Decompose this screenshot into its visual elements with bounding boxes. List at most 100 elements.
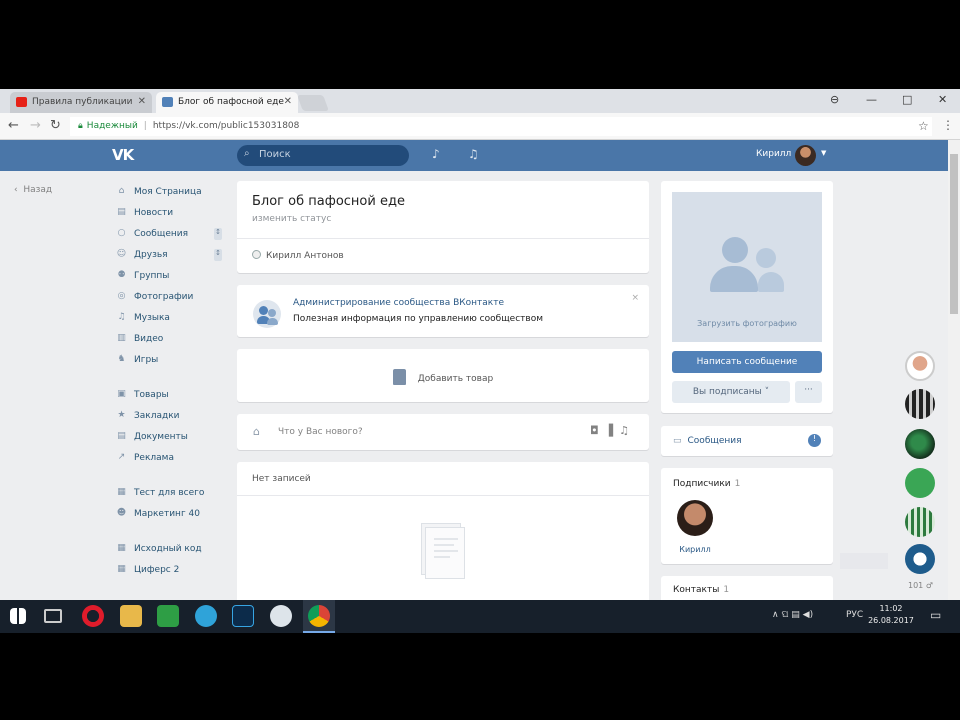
url-input[interactable]: 🔒︎ Надежный | https://vk.com/public15303180…	[70, 117, 932, 136]
new-tab-button[interactable]	[297, 95, 329, 111]
nav-app-marketing[interactable]: ☻ Маркетинг 40	[116, 507, 226, 528]
bookmark-star-icon[interactable]: ☆	[918, 119, 929, 133]
messages-label: Сообщения	[687, 436, 742, 446]
chat-dock-avatar[interactable]	[905, 544, 935, 574]
chat-dock-avatar[interactable]	[905, 468, 935, 498]
chat-dock-avatar[interactable]	[905, 389, 935, 419]
nav-friends[interactable]: ☺ Друзья ↕	[116, 248, 226, 269]
user-avatar[interactable]	[795, 145, 816, 166]
browser-window: Правила публикации ✕ Блог об пафосной ед…	[0, 89, 960, 633]
more-button[interactable]: ···	[795, 381, 822, 403]
nav-app-source[interactable]: ▦ Исходный код	[116, 542, 226, 563]
contacts-title[interactable]: Контакты 1	[673, 585, 729, 595]
admin-banner[interactable]: Администрирование сообщества ВКонтакте П…	[237, 285, 649, 337]
add-product-label: Добавить товар	[417, 374, 494, 384]
chrome-icon[interactable]	[308, 605, 330, 627]
music-icon: ♫	[117, 312, 126, 322]
tab-group[interactable]: Блог об пафосной еде ✕	[156, 92, 298, 113]
nav-label: Игры	[134, 355, 159, 365]
back-link[interactable]: ‹ Назад	[14, 185, 52, 195]
minimize-button[interactable]: —	[866, 93, 877, 106]
close-tab-icon[interactable]: ✕	[138, 96, 146, 107]
profile-icon[interactable]: ⊖	[830, 93, 839, 106]
page-title: Блог об пафосной еде	[252, 194, 405, 209]
browser-menu-icon[interactable]: ⋮	[942, 118, 954, 132]
nav-label: Новости	[134, 208, 174, 218]
messages-link[interactable]: ▭ Сообщения	[673, 436, 742, 446]
notifications-icon[interactable]: ▭	[930, 608, 941, 622]
close-icon[interactable]: ×	[631, 293, 639, 303]
search-input[interactable]: ⌕ Поиск	[237, 145, 409, 166]
nav-groups[interactable]: ⚉ Группы	[116, 269, 226, 290]
file-explorer-icon[interactable]	[120, 605, 142, 627]
chat-dock-avatar[interactable]	[905, 351, 935, 381]
post-composer: ⌂ Что у Вас нового? ◘▐♫	[237, 414, 649, 450]
nav-label: Реклама	[134, 453, 174, 463]
system-tray-icons[interactable]: ∧ ଘ ▤ ◀)	[772, 610, 813, 620]
settings-handle-icon[interactable]: ↕	[214, 249, 222, 261]
app-green-icon[interactable]	[157, 605, 179, 627]
nav-photos[interactable]: ◎ Фотографии	[116, 290, 226, 311]
nav-games[interactable]: ♞ Игры	[116, 353, 226, 374]
admin-banner-title[interactable]: Администрирование сообщества ВКонтакте	[293, 298, 504, 308]
tab-title: Правила публикации	[32, 97, 133, 107]
telegram-icon[interactable]	[195, 605, 217, 627]
subscribers-title[interactable]: Подписчики 1	[673, 479, 740, 489]
subscribed-dropdown[interactable]: Вы подписаны ˅	[672, 381, 790, 403]
tab-rules[interactable]: Правила публикации ✕	[10, 92, 152, 113]
subscriber-name[interactable]: Кирилл	[673, 545, 717, 554]
owner-link[interactable]: Кирилл Антонов	[252, 250, 344, 261]
notifications-bell-icon[interactable]: ♪	[432, 147, 440, 161]
subscribers-count: 1	[734, 479, 741, 489]
nav-label: Фотографии	[134, 292, 194, 302]
nav-messages[interactable]: ○ Сообщения ↕	[116, 227, 226, 248]
secure-label: Надежный	[86, 121, 138, 131]
post-input[interactable]: Что у Вас нового?	[278, 427, 363, 437]
close-tab-icon[interactable]: ✕	[284, 96, 292, 107]
group-photo-placeholder[interactable]: Загрузить фотографию	[672, 192, 822, 342]
windows-start-icon[interactable]	[10, 608, 26, 624]
nav-documents[interactable]: ▤ Документы	[116, 430, 226, 451]
add-product-button[interactable]: Добавить товар	[237, 369, 649, 385]
subscriber-avatar[interactable]	[677, 500, 713, 536]
task-view-icon[interactable]	[44, 609, 62, 623]
settings-handle-icon[interactable]: ↕	[214, 228, 222, 240]
edit-status-link[interactable]: изменить статус	[252, 214, 331, 224]
opera-icon[interactable]	[82, 605, 104, 627]
forward-icon[interactable]: →	[30, 118, 41, 133]
app-circle-icon[interactable]	[270, 605, 292, 627]
chevron-down-icon[interactable]: ▼	[821, 149, 826, 157]
page-scrollbar[interactable]	[948, 140, 960, 633]
clock[interactable]: 11:02 26.08.2017	[868, 603, 914, 627]
nav-app-test[interactable]: ▦ Тест для всего	[116, 486, 226, 507]
user-name[interactable]: Кирилл	[756, 149, 791, 159]
close-window-button[interactable]: ✕	[938, 93, 947, 106]
back-icon[interactable]: ←	[8, 118, 19, 133]
write-message-button[interactable]: Написать сообщение	[672, 351, 822, 373]
attach-media-icons[interactable]: ◘▐♫	[590, 424, 635, 437]
home-icon: ⌂	[118, 186, 125, 196]
nav-music[interactable]: ♫ Музыка	[116, 311, 226, 332]
nav-video[interactable]: ▥ Видео	[116, 332, 226, 353]
upload-photo-link[interactable]: Загрузить фотографию	[672, 319, 822, 328]
nav-my-page[interactable]: ⌂ Моя Страница	[116, 185, 226, 206]
maximize-button[interactable]: □	[902, 93, 912, 106]
nav-products[interactable]: ▣ Товары	[116, 388, 226, 409]
vk-logo[interactable]: VK	[112, 146, 134, 164]
scroll-thumb[interactable]	[950, 154, 958, 314]
info-icon[interactable]: !	[808, 434, 821, 447]
chat-dock-avatar[interactable]	[905, 507, 935, 537]
chat-dock-avatar[interactable]	[905, 429, 935, 459]
music-icon[interactable]: ♫	[468, 147, 479, 161]
nav-bookmarks[interactable]: ★ Закладки	[116, 409, 226, 430]
nav-ads[interactable]: ↗ Реклама	[116, 451, 226, 472]
nav-label: Моя Страница	[134, 187, 202, 197]
messages-card[interactable]: ▭ Сообщения !	[661, 426, 833, 456]
nav-news[interactable]: ▤ Новости	[116, 206, 226, 227]
language-indicator[interactable]: РУС	[846, 610, 863, 620]
photoshop-icon[interactable]	[232, 605, 254, 627]
avatar-icon: ⌂	[253, 425, 260, 438]
nav-app-ciphers[interactable]: ▦ Циферс 2	[116, 563, 226, 584]
chevron-left-icon: ‹	[14, 185, 24, 195]
reload-icon[interactable]: ↻	[50, 118, 61, 133]
